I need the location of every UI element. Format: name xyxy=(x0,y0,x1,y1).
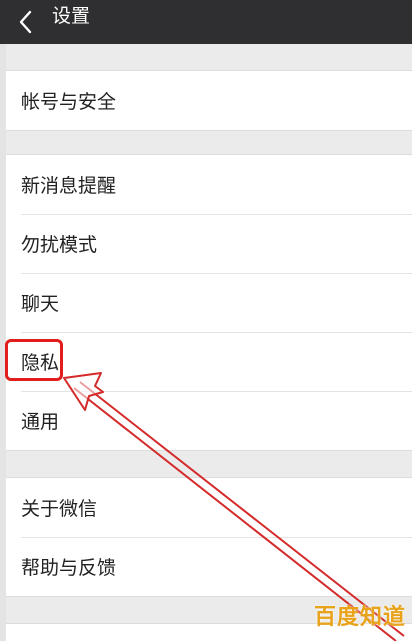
settings-item-general[interactable]: 通用 xyxy=(6,391,412,450)
settings-group-about: 关于微信 帮助与反馈 xyxy=(6,477,412,597)
settings-group-general: 新消息提醒 勿扰模式 聊天 隐私 通用 xyxy=(6,154,412,451)
settings-item-help-feedback[interactable]: 帮助与反馈 xyxy=(6,537,412,596)
settings-item-chat[interactable]: 聊天 xyxy=(6,273,412,332)
settings-item-label: 聊天 xyxy=(21,293,60,315)
settings-item-label: 通用 xyxy=(21,411,60,433)
settings-item-label: 帮助与反馈 xyxy=(21,557,117,579)
back-arrow-icon[interactable] xyxy=(16,9,36,35)
settings-item-new-message-notifications[interactable]: 新消息提醒 xyxy=(6,155,412,214)
settings-item-about-wechat[interactable]: 关于微信 xyxy=(6,478,412,537)
settings-item-label: 关于微信 xyxy=(21,498,98,520)
settings-item-label: 帐号与安全 xyxy=(21,91,117,113)
settings-group-account: 帐号与安全 xyxy=(6,70,412,131)
settings-item-label: 隐私 xyxy=(21,352,60,374)
settings-screen: 设置 帐号与安全 新消息提醒 勿扰模式 聊天 隐私 通用 关于微信 帮助与反馈 xyxy=(0,0,412,641)
settings-item-do-not-disturb[interactable]: 勿扰模式 xyxy=(6,214,412,273)
settings-item-privacy[interactable]: 隐私 xyxy=(6,332,412,391)
top-bar: 设置 xyxy=(0,0,412,44)
settings-item-account-security[interactable]: 帐号与安全 xyxy=(6,71,412,130)
watermark-text: 百度知道 xyxy=(313,605,406,630)
page-title: 设置 xyxy=(52,5,91,27)
settings-item-label: 勿扰模式 xyxy=(21,234,98,256)
settings-item-label: 新消息提醒 xyxy=(21,175,117,197)
